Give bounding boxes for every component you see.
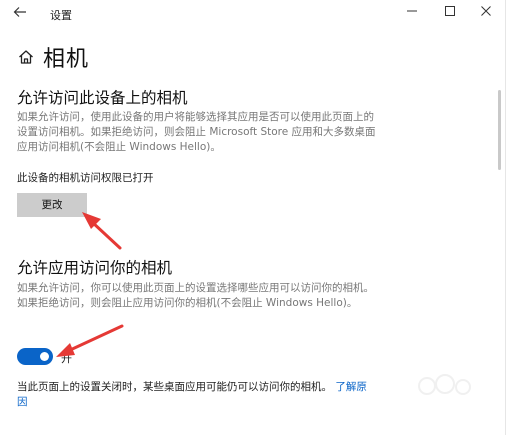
back-arrow-icon[interactable] xyxy=(10,5,30,25)
app-access-description: 如果允许访问，你可以使用此页面上的设置选择哪些应用可以访问你的相机。如果拒绝访问… xyxy=(17,282,374,309)
close-icon[interactable] xyxy=(474,3,498,25)
page-header: 相机 xyxy=(17,42,89,72)
maximize-icon-svg xyxy=(445,6,455,16)
minimize-icon-svg xyxy=(407,10,417,12)
minimize-icon[interactable] xyxy=(400,3,424,25)
title-bar: 设置 xyxy=(0,0,506,30)
app-access-toggle[interactable] xyxy=(17,348,53,365)
desktop-apps-note: 当此页面上的设置关闭时，某些桌面应用可能仍可以访问你的相机。 了解原因 xyxy=(17,380,377,410)
app-access-heading: 允许应用访问你的相机 xyxy=(17,259,173,277)
back-arrow-icon-svg xyxy=(13,7,26,17)
device-access-description: 如果允许访问，使用此设备的用户将能够选择其应用是否可以使用此页面上的设置访问相机… xyxy=(17,111,376,153)
annotation-arrow-change xyxy=(82,212,122,250)
maximize-icon[interactable] xyxy=(438,3,462,25)
note-text: 当此页面上的设置关闭时，某些桌面应用可能仍可以访问你的相机。 xyxy=(17,381,332,393)
scrollbar-thumb[interactable] xyxy=(498,90,501,170)
device-access-heading: 允许访问此设备上的相机 xyxy=(17,89,188,107)
home-icon xyxy=(19,50,33,64)
toggle-knob xyxy=(40,352,49,361)
settings-window: 设置 相机 允许访问此设备上的相机 如果允许访问，使用此设备的用户将能够选择其应… xyxy=(0,0,506,435)
watermark-icon xyxy=(418,374,471,395)
app-title: 设置 xyxy=(50,9,72,22)
toggle-state-label: 开 xyxy=(61,352,72,365)
close-icon-svg xyxy=(481,6,491,16)
device-access-status: 此设备的相机访问权限已打开 xyxy=(17,172,154,184)
change-button[interactable]: 更改 xyxy=(17,193,87,217)
page-title: 相机 xyxy=(43,47,90,72)
